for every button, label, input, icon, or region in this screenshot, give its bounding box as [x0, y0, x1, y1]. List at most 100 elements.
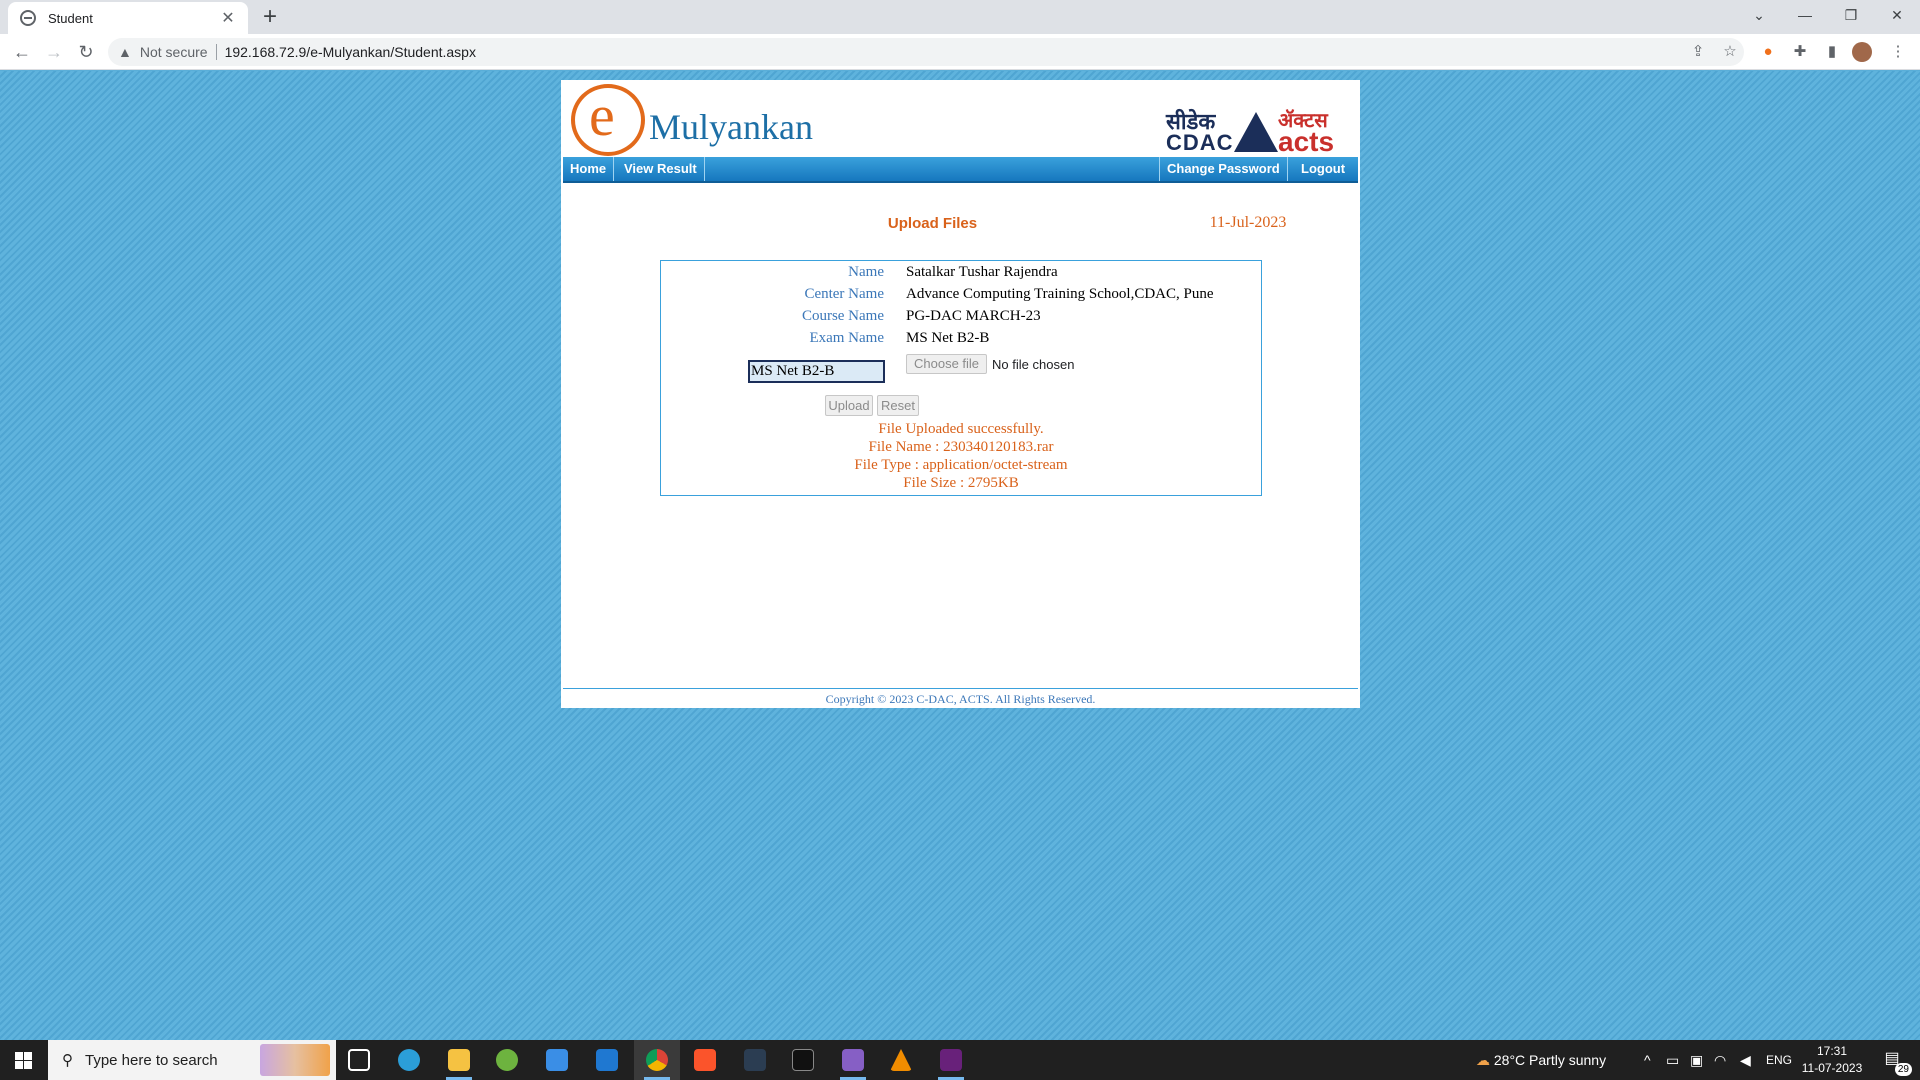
- side-panel-icon[interactable]: ▮: [1820, 40, 1844, 64]
- notification-center-icon[interactable]: ▤ 29: [1880, 1048, 1912, 1076]
- form-row-name: Name Satalkar Tushar Rajendra: [661, 264, 1261, 286]
- edge-icon[interactable]: [386, 1040, 432, 1080]
- system-clock[interactable]: 17:31 11-07-2023: [1800, 1043, 1864, 1077]
- form-row-course: Course Name PG-DAC MARCH-23: [661, 308, 1261, 330]
- logo-letter: e: [589, 83, 615, 148]
- file-explorer-icon[interactable]: [436, 1040, 482, 1080]
- browser-toolbar: ← → ↻ ▲ Not secure 192.168.72.9/e-Mulyan…: [0, 34, 1920, 70]
- windows-logo-part: [24, 1052, 32, 1060]
- upload-form: Name Satalkar Tushar Rajendra Center Nam…: [660, 260, 1262, 496]
- visual-studio-window-icon[interactable]: [928, 1040, 974, 1080]
- acts-english: acts: [1278, 126, 1335, 157]
- url-text[interactable]: 192.168.72.9/e-Mulyankan/Student.aspx: [225, 44, 476, 60]
- restore-icon[interactable]: ❐: [1828, 0, 1874, 30]
- mail-icon[interactable]: [584, 1040, 630, 1080]
- terminal-icon[interactable]: [780, 1040, 826, 1080]
- minimize-icon[interactable]: —: [1782, 0, 1828, 30]
- copyright-footer: Copyright © 2023 C-DAC, ACTS. All Rights…: [825, 692, 1096, 706]
- windows-logo-part: [24, 1061, 32, 1069]
- share-icon[interactable]: ⇪: [1686, 40, 1710, 64]
- notification-count: 29: [1894, 1063, 1912, 1076]
- current-date: 11-Jul-2023: [1209, 214, 1287, 231]
- extension-icon[interactable]: ●: [1756, 40, 1780, 64]
- windows-taskbar: ⚲ Type here to search ☁ 28°C Partly sunn…: [0, 1040, 1920, 1080]
- globe-icon: [20, 10, 36, 26]
- page-viewport: e Mulyankan सीडेक CDAC ॲक्टस acts Home V…: [0, 71, 1920, 1040]
- course-label: Course Name: [801, 308, 884, 324]
- logo-word: Mulyankan: [649, 107, 813, 147]
- exam-label: Exam Name: [809, 330, 884, 346]
- e-mulyankan-logo: e Mulyankan: [571, 83, 841, 156]
- menu-home[interactable]: Home: [563, 157, 615, 181]
- page-container: e Mulyankan सीडेक CDAC ॲक्टस acts Home V…: [561, 80, 1360, 708]
- volume-icon[interactable]: ◀: [1740, 1040, 1751, 1080]
- choose-file-button[interactable]: Choose file: [906, 354, 988, 374]
- puzzle-icon[interactable]: ✚: [1788, 40, 1812, 64]
- browser-tab-student[interactable]: Student ✕: [8, 2, 248, 34]
- page-title: Upload Files: [887, 215, 978, 232]
- name-label: Name: [848, 264, 884, 280]
- back-icon[interactable]: ←: [8, 38, 36, 66]
- windows-logo-part: [15, 1061, 23, 1069]
- taskbar-search[interactable]: ⚲ Type here to search: [48, 1040, 336, 1080]
- uploaded-file-size: File Size : 2795KB: [903, 475, 1019, 491]
- task-view-icon[interactable]: [336, 1040, 382, 1080]
- exam-select[interactable]: MS Net B2-B: [748, 360, 885, 383]
- close-window-icon[interactable]: ✕: [1874, 0, 1920, 30]
- upload-button[interactable]: Upload: [825, 395, 873, 416]
- brave-icon[interactable]: [682, 1040, 728, 1080]
- course-value: PG-DAC MARCH-23: [906, 308, 1041, 324]
- clock-time: 17:31: [1816, 1044, 1848, 1058]
- uploaded-file-type: File Type : application/octet-stream: [854, 457, 1068, 473]
- cdac-english: CDAC: [1166, 130, 1234, 155]
- wifi-icon[interactable]: ◠: [1714, 1040, 1726, 1080]
- menu-change-password[interactable]: Change Password: [1159, 157, 1288, 181]
- address-separator: [215, 44, 217, 60]
- visual-studio-icon[interactable]: [830, 1040, 876, 1080]
- forward-icon[interactable]: →: [40, 38, 68, 66]
- search-icon: ⚲: [62, 1052, 73, 1069]
- search-placeholder: Type here to search: [85, 1051, 218, 1069]
- meet-now-icon[interactable]: ▭: [1666, 1040, 1679, 1080]
- reset-button[interactable]: Reset: [877, 395, 919, 416]
- mysql-workbench-icon[interactable]: [732, 1040, 778, 1080]
- security-label[interactable]: Not secure: [140, 44, 208, 60]
- center-label: Center Name: [804, 286, 884, 302]
- start-button[interactable]: [0, 1040, 48, 1080]
- center-value: Advance Computing Training School,CDAC, …: [906, 286, 1214, 302]
- windows-logo-icon: [15, 1052, 23, 1060]
- tab-title: Student: [48, 10, 93, 26]
- menu-view-result[interactable]: View Result: [617, 157, 705, 181]
- spring-tools-icon[interactable]: [484, 1040, 530, 1080]
- name-value: Satalkar Tushar Rajendra: [906, 264, 1058, 280]
- show-hidden-icons[interactable]: ^: [1644, 1040, 1651, 1080]
- main-menu: Home View Result Change Password Logout: [563, 157, 1358, 183]
- menu-dots-icon[interactable]: ⋮: [1886, 40, 1910, 64]
- footer-divider: [563, 688, 1358, 689]
- store-icon[interactable]: [534, 1040, 580, 1080]
- tab-search-icon[interactable]: ⌄: [1736, 0, 1782, 30]
- language-indicator[interactable]: ENG: [1766, 1040, 1792, 1080]
- file-input[interactable]: Choose file No file chosen: [906, 354, 1074, 374]
- close-tab-icon[interactable]: ✕: [218, 8, 238, 28]
- uploaded-file-name: File Name : 230340120183.rar: [868, 439, 1054, 455]
- form-row-exam: Exam Name MS Net B2-B: [661, 330, 1261, 352]
- vlc-icon[interactable]: [878, 1040, 924, 1080]
- new-tab-button[interactable]: +: [258, 4, 282, 30]
- exam-value: MS Net B2-B: [906, 330, 990, 346]
- chrome-icon[interactable]: [634, 1040, 680, 1080]
- weather-text: 28°C Partly sunny: [1493, 1052, 1607, 1068]
- bookmark-star-icon[interactable]: ☆: [1718, 40, 1742, 64]
- reload-icon[interactable]: ↻: [72, 38, 100, 66]
- battery-icon[interactable]: ▣: [1690, 1040, 1703, 1080]
- cdac-acts-logo: सीडेक CDAC ॲक्टस acts: [1166, 106, 1354, 157]
- menu-logout[interactable]: Logout: [1294, 157, 1352, 181]
- form-row-center: Center Name Advance Computing Training S…: [661, 286, 1261, 308]
- browser-tabstrip: Student ✕ + ⌄ — ❐ ✕: [0, 0, 1920, 34]
- weather-icon: ☁: [1476, 1052, 1490, 1068]
- weather-widget[interactable]: ☁ 28°C Partly sunny: [1476, 1040, 1606, 1080]
- warning-icon[interactable]: ▲: [118, 44, 132, 60]
- profile-avatar[interactable]: [1852, 42, 1872, 62]
- search-highlight-image: [260, 1044, 330, 1076]
- address-bar[interactable]: ▲ Not secure 192.168.72.9/e-Mulyankan/St…: [108, 38, 1744, 66]
